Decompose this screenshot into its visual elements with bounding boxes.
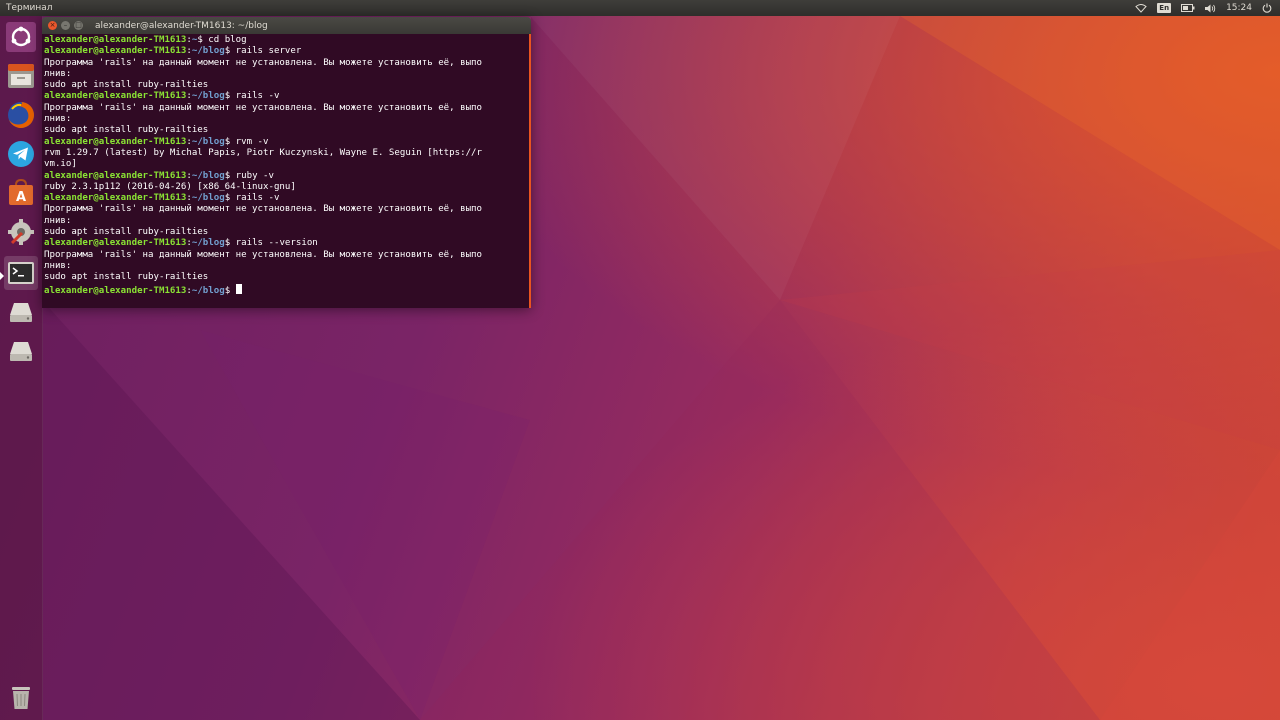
- drive-icon[interactable]: [4, 334, 38, 368]
- terminal-window[interactable]: × – □ alexander@alexander-TM1613: ~/blog…: [42, 17, 531, 308]
- command-text: rails server: [235, 46, 302, 57]
- terminal-prompt-line: alexander@alexander-TM1613:~/blog$: [44, 283, 529, 297]
- active-app-name: Терминал: [6, 3, 53, 13]
- prompt-symbol: $: [224, 285, 236, 296]
- terminal-prompt-line: alexander@alexander-TM1613:~/blog$ rails…: [44, 193, 529, 204]
- command-text: rails --version: [235, 238, 318, 249]
- indicator-area: En 15:24: [1135, 0, 1280, 16]
- terminal-output[interactable]: alexander@alexander-TM1613:~$ cd blog ale…: [42, 34, 531, 308]
- terminal-output-line: vm.io]: [44, 159, 77, 170]
- command-text: cd blog: [208, 35, 247, 45]
- terminal-output-line: лнив:: [44, 215, 72, 226]
- prompt-path: ~/blog: [191, 285, 225, 296]
- terminal-titlebar[interactable]: × – □ alexander@alexander-TM1613: ~/blog: [42, 17, 531, 34]
- clock[interactable]: 15:24: [1226, 0, 1252, 16]
- terminal-output-line: sudo apt install ruby-railties: [44, 227, 209, 238]
- prompt-path: ~/blog: [191, 193, 225, 204]
- terminal-output-line: rvm 1.29.7 (latest) by Michal Papis, Pio…: [44, 147, 482, 158]
- ubuntu-software-icon[interactable]: A: [4, 176, 38, 210]
- terminal-prompt-line: alexander@alexander-TM1613:~/blog$ rvm -…: [44, 137, 529, 148]
- command-text: ruby -v: [235, 170, 274, 181]
- window-title: alexander@alexander-TM1613: ~/blog: [95, 20, 268, 31]
- terminal-prompt-line: alexander@alexander-TM1613:~/blog$ rails…: [44, 238, 529, 249]
- terminal-prompt-line: alexander@alexander-TM1613:~/blog$ rails…: [44, 46, 529, 57]
- prompt-symbol: $: [197, 35, 209, 45]
- drive-icon[interactable]: [4, 295, 38, 329]
- terminal-output-line: лнив:: [44, 68, 72, 79]
- prompt-symbol: $: [224, 91, 236, 102]
- prompt-path: ~/blog: [191, 46, 225, 57]
- prompt-user: alexander@alexander-TM1613: [44, 46, 187, 57]
- prompt-symbol: $: [224, 170, 236, 181]
- prompt-symbol: $: [224, 46, 236, 57]
- terminal-prompt-line: alexander@alexander-TM1613:~$ cd blog: [44, 35, 529, 46]
- wifi-icon[interactable]: [1135, 0, 1148, 16]
- close-button[interactable]: ×: [48, 21, 57, 30]
- prompt-path: ~/blog: [191, 91, 225, 102]
- terminal-output-line: ruby 2.3.1p112 (2016-04-26) [x86_64-linu…: [44, 181, 296, 192]
- prompt-path: ~/blog: [191, 136, 225, 147]
- firefox-icon[interactable]: [4, 98, 38, 132]
- trash-icon[interactable]: [4, 680, 38, 714]
- prompt-user: alexander@alexander-TM1613: [44, 91, 187, 102]
- command-text: rails -v: [235, 193, 280, 204]
- terminal-output-line: лнив:: [44, 260, 72, 271]
- prompt-path: ~/blog: [191, 238, 225, 249]
- svg-text:A: A: [16, 190, 26, 205]
- minimize-button[interactable]: –: [61, 21, 70, 30]
- maximize-button[interactable]: □: [74, 21, 83, 30]
- prompt-symbol: $: [224, 193, 236, 204]
- keyboard-layout-indicator[interactable]: En: [1157, 0, 1172, 16]
- top-panel: Терминал En 15:24: [0, 0, 1280, 16]
- keyboard-layout-label: En: [1157, 3, 1172, 13]
- window-controls: × – □: [42, 21, 83, 30]
- volume-icon[interactable]: [1205, 0, 1216, 16]
- prompt-user: alexander@alexander-TM1613: [44, 170, 187, 181]
- prompt-user: alexander@alexander-TM1613: [44, 285, 187, 296]
- terminal-output-line: sudo apt install ruby-railties: [44, 80, 209, 91]
- terminal-prompt-line: alexander@alexander-TM1613:~/blog$ rails…: [44, 91, 529, 102]
- terminal-output-line: Программа 'rails' на данный момент не ус…: [44, 204, 482, 215]
- terminal-icon[interactable]: [4, 256, 38, 290]
- command-text: rails -v: [235, 91, 280, 102]
- battery-icon[interactable]: [1181, 0, 1195, 16]
- prompt-path: ~/blog: [191, 170, 225, 181]
- terminal-output-line: sudo apt install ruby-railties: [44, 272, 209, 283]
- command-text: rvm -v: [235, 136, 269, 147]
- terminal-output-line: sudo apt install ruby-railties: [44, 125, 209, 136]
- terminal-prompt-line: alexander@alexander-TM1613:~/blog$ ruby …: [44, 171, 529, 182]
- terminal-output-line: Программа 'rails' на данный момент не ус…: [44, 102, 482, 113]
- terminal-output-line: Программа 'rails' на данный момент не ус…: [44, 57, 482, 68]
- terminal-output-line: Программа 'rails' на данный момент не ус…: [44, 249, 482, 260]
- telegram-icon[interactable]: [4, 137, 38, 171]
- prompt-user: alexander@alexander-TM1613: [44, 136, 187, 147]
- power-icon[interactable]: [1262, 0, 1272, 16]
- dash-home-icon[interactable]: [4, 20, 38, 54]
- prompt-user: alexander@alexander-TM1613: [44, 35, 187, 45]
- prompt-user: alexander@alexander-TM1613: [44, 193, 187, 204]
- prompt-symbol: $: [224, 238, 236, 249]
- launcher: A: [0, 16, 43, 720]
- files-icon[interactable]: [4, 59, 38, 93]
- system-settings-icon[interactable]: [4, 215, 38, 249]
- prompt-symbol: $: [224, 136, 236, 147]
- terminal-output-line: лнив:: [44, 114, 72, 125]
- text-cursor: [235, 283, 242, 294]
- prompt-user: alexander@alexander-TM1613: [44, 238, 187, 249]
